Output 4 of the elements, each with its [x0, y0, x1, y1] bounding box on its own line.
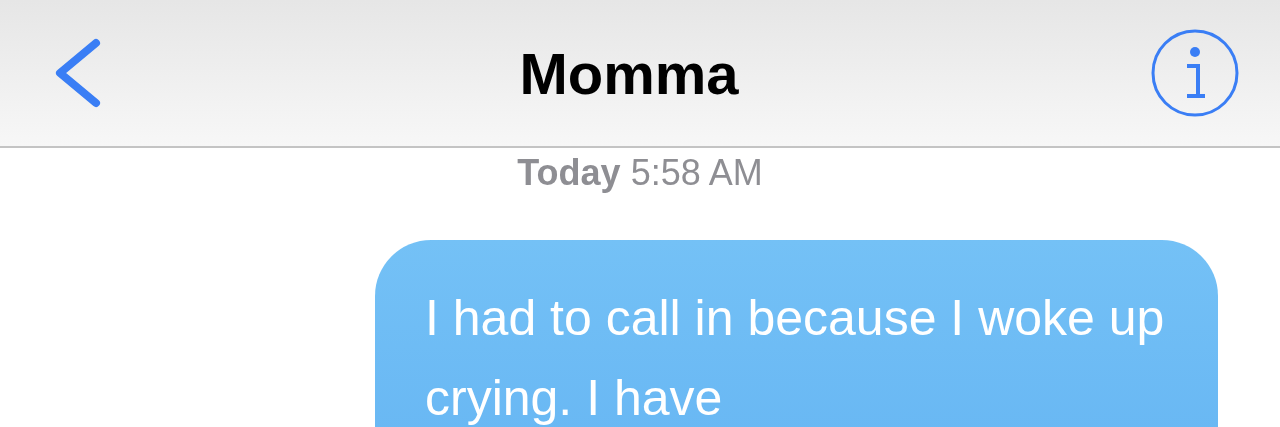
contact-name: Momma — [519, 39, 739, 108]
message-text: I had to call in because I woke up crying. I have — [425, 290, 1165, 426]
info-icon[interactable] — [1150, 28, 1240, 118]
timestamp: Today 5:58 AM — [517, 151, 763, 195]
